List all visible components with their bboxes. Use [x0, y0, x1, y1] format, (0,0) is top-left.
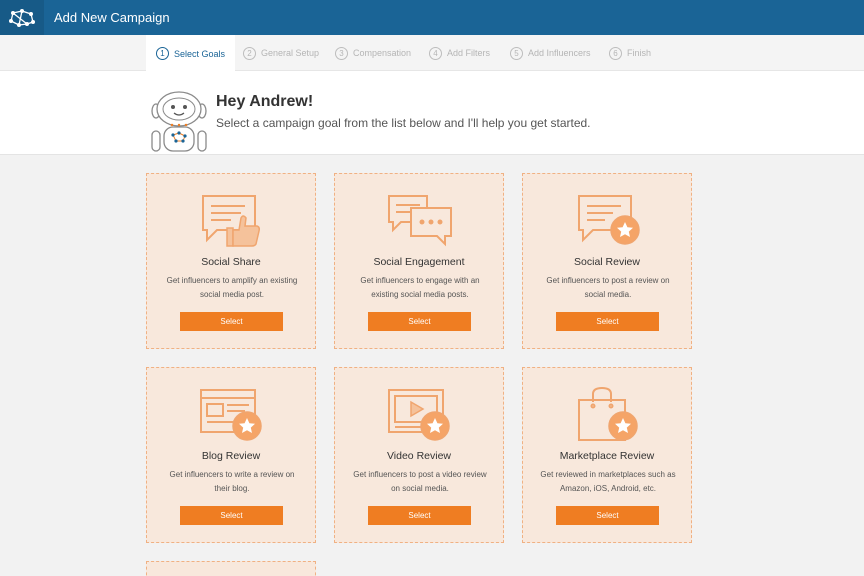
shopping-bag-star-icon [578, 386, 638, 441]
thumbs-up-post-icon [202, 195, 260, 247]
goal-description-line: their blog. [214, 484, 250, 493]
select-social-review-button[interactable]: Select [556, 312, 659, 331]
goal-card-social-engagement[interactable]: Social Engagement Get influencers to eng… [334, 173, 504, 349]
goal-description-line: existing social media posts. [371, 290, 469, 299]
goal-description-line: Get influencers to post a review on [546, 276, 670, 285]
goal-title: Social Share [201, 256, 261, 268]
step-label: Select Goals [174, 48, 226, 59]
step-label: General Setup [261, 48, 320, 58]
step-number: 3 [335, 46, 348, 60]
goal-title: Social Engagement [373, 256, 465, 268]
goal-description: Get influencers to engage with an existi… [347, 274, 493, 302]
goal-description: Get influencers to write a review on the… [159, 468, 305, 496]
goal-description-line: Amazon, iOS, Android, etc. [559, 484, 657, 493]
goal-description: Get influencers to post a video review o… [347, 468, 493, 496]
step-number: 1 [156, 47, 169, 60]
step-compensation[interactable]: 3 Compensation [335, 35, 411, 71]
select-video-review-button[interactable]: Select [368, 506, 471, 525]
goal-description-line: Get influencers to amplify an existing [166, 276, 298, 285]
robot-assistant-icon [151, 91, 207, 152]
goal-description: Get influencers to post a review on soci… [535, 274, 681, 302]
select-social-share-button[interactable]: Select [180, 312, 283, 331]
goal-card-partial[interactable] [146, 561, 316, 576]
goal-description-line: on social media. [391, 484, 449, 493]
goal-title: Video Review [386, 450, 451, 462]
video-star-icon [388, 389, 450, 441]
star-review-bubble-icon [578, 195, 640, 245]
network-logo-icon[interactable] [0, 0, 44, 35]
goal-description-line: Get influencers to post a video review [353, 470, 487, 479]
greeting-title: Hey Andrew! [216, 93, 314, 110]
goal-card-social-review[interactable]: Social Review Get influencers to post a … [522, 173, 692, 349]
select-social-engagement-button[interactable]: Select [368, 312, 471, 331]
step-label: Compensation [353, 48, 412, 58]
step-select-goals[interactable]: 1 Select Goals [146, 35, 236, 72]
goal-card-blog-review[interactable]: Blog Review Get influencers to write a r… [146, 367, 316, 543]
goal-title: Marketplace Review [559, 450, 655, 462]
step-number: 6 [609, 46, 622, 60]
select-blog-review-button[interactable]: Select [180, 506, 283, 525]
goal-title: Social Review [574, 256, 640, 268]
goal-description: Get reviewed in marketplaces such as Ama… [535, 468, 681, 496]
chat-bubbles-icon [388, 195, 452, 247]
page-title: Add New Campaign [54, 10, 170, 25]
goal-card-marketplace-review[interactable]: Marketplace Review Get reviewed in marke… [522, 367, 692, 543]
goal-description-line: social media post. [199, 290, 265, 299]
step-number: 4 [429, 46, 442, 60]
goal-description-line: social media. [584, 290, 632, 299]
blog-star-icon [200, 389, 262, 441]
greeting-subtitle: Select a campaign goal from the list bel… [216, 116, 591, 130]
wizard-steps: 1 Select Goals 2 General Setup 3 Compens… [0, 35, 864, 72]
step-general-setup[interactable]: 2 General Setup [243, 35, 319, 71]
goal-description: Get influencers to amplify an existing s… [159, 274, 305, 302]
select-marketplace-review-button[interactable]: Select [556, 506, 659, 525]
goal-description-line: Get influencers to engage with an [360, 276, 480, 285]
step-add-influencers[interactable]: 5 Add Influencers [510, 35, 591, 71]
step-finish[interactable]: 6 Finish [609, 35, 651, 71]
greeting-panel: Hey Andrew! Select a campaign goal from … [0, 71, 864, 155]
goal-card-video-review[interactable]: Video Review Get influencers to post a v… [334, 367, 504, 543]
goal-description-line: Get influencers to write a review on [169, 470, 295, 479]
step-number: 5 [510, 46, 523, 60]
goal-title: Blog Review [201, 450, 261, 462]
goal-card-social-share[interactable]: Social Share Get influencers to amplify … [146, 173, 316, 349]
step-label: Add Influencers [528, 48, 591, 58]
goal-description-line: Get reviewed in marketplaces such as [540, 470, 676, 479]
step-label: Finish [627, 48, 652, 58]
step-label: Add Filters [447, 48, 491, 58]
top-bar: Add New Campaign [0, 0, 864, 35]
step-number: 2 [243, 46, 256, 60]
step-add-filters[interactable]: 4 Add Filters [429, 35, 490, 71]
